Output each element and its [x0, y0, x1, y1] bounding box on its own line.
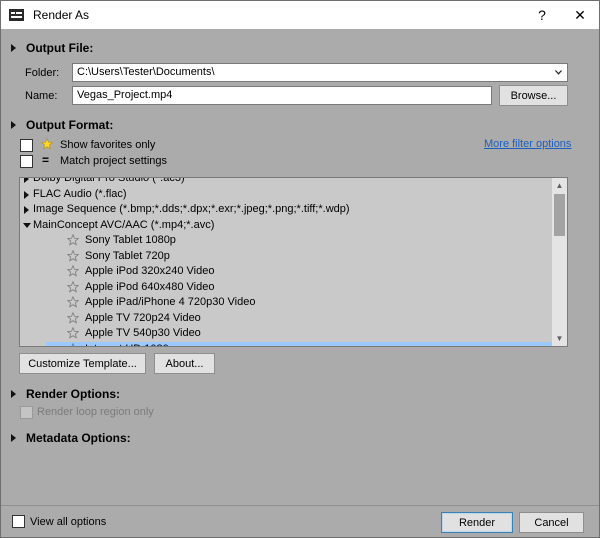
- format-group-label: Dolby Digital Pro Studio (*.ac3): [33, 177, 185, 184]
- title-bar: Render As ? ✕: [1, 1, 599, 29]
- template-label: Internet HD 1080p: [85, 342, 175, 347]
- template-item[interactable]: Sony Tablet 1080p: [20, 233, 552, 248]
- output-format-title: Output Format:: [26, 118, 114, 132]
- template-item[interactable]: Sony Tablet 720p: [20, 249, 552, 264]
- render-loop-label: Render loop region only: [37, 406, 154, 418]
- favorite-star-icon[interactable]: [67, 342, 79, 348]
- format-tree-list[interactable]: Dolby Digital Pro Studio (*.ac3) FLAC Aud…: [19, 177, 568, 347]
- dialog-footer: View all options Render Cancel: [1, 505, 599, 537]
- metadata-options-title: Metadata Options:: [26, 431, 131, 445]
- favorite-star-icon[interactable]: [67, 234, 79, 246]
- customize-template-button[interactable]: Customize Template...: [19, 353, 146, 374]
- template-item[interactable]: Internet HD 1080p: [46, 341, 552, 348]
- folder-dropdown[interactable]: C:\Users\Tester\Documents\: [72, 63, 568, 82]
- format-group-label: MainConcept AVC/AAC (*.mp4;*.avc): [33, 218, 215, 231]
- template-item[interactable]: Apple TV 540p30 Video: [20, 326, 552, 341]
- help-icon: ?: [538, 7, 546, 23]
- scroll-thumb[interactable]: [554, 194, 565, 236]
- folder-label: Folder:: [25, 67, 60, 79]
- close-button[interactable]: ✕: [563, 1, 597, 29]
- view-all-options-checkbox[interactable]: [12, 515, 25, 528]
- favorite-star-icon: [41, 138, 53, 150]
- collapse-arrow-icon[interactable]: [23, 222, 31, 228]
- expand-arrow-icon: [11, 390, 16, 398]
- view-all-options-label: View all options: [30, 516, 107, 528]
- expand-arrow-icon: [11, 44, 16, 52]
- template-item[interactable]: Apple iPod 320x240 Video: [20, 264, 552, 279]
- format-group-label: Image Sequence (*.bmp;*.dds;*.dpx;*.exr;…: [33, 203, 350, 215]
- match-settings-label: Match project settings: [60, 155, 167, 167]
- favorite-star-icon[interactable]: [67, 311, 79, 324]
- template-item[interactable]: Apple iPad/iPhone 4 720p30 Video: [20, 295, 552, 310]
- render-as-dialog: Render As ? ✕ Output File: Folder: C:\Us…: [0, 0, 600, 538]
- expand-arrow-icon: [11, 121, 16, 129]
- expand-arrow-icon[interactable]: [24, 178, 29, 183]
- name-label: Name:: [25, 90, 58, 102]
- scroll-up-icon[interactable]: ▲: [552, 178, 567, 193]
- render-options-title: Render Options:: [26, 387, 121, 401]
- format-group-item[interactable]: Dolby Digital Pro Studio (*.ac3): [20, 177, 552, 186]
- format-group-label: FLAC Audio (*.flac): [33, 187, 127, 200]
- expand-arrow-icon[interactable]: [24, 206, 29, 214]
- expand-arrow-icon: [11, 434, 16, 442]
- render-button[interactable]: Render: [441, 512, 513, 533]
- name-value: Vegas_Project.mp4: [77, 89, 173, 101]
- show-favorites-checkbox[interactable]: [20, 139, 33, 152]
- template-item[interactable]: Apple iPod 640x480 Video: [20, 280, 552, 295]
- more-filter-options-link[interactable]: More filter options: [484, 138, 571, 150]
- format-group-item[interactable]: Image Sequence (*.bmp;*.dds;*.dpx;*.exr;…: [20, 202, 552, 217]
- favorite-star-icon[interactable]: [67, 249, 79, 262]
- render-loop-checkbox[interactable]: [20, 406, 33, 419]
- format-group-item[interactable]: FLAC Audio (*.flac): [20, 187, 552, 202]
- favorite-star-icon[interactable]: [67, 296, 79, 308]
- template-label: Apple iPad/iPhone 4 720p30 Video: [85, 296, 256, 308]
- template-label: Apple TV 540p30 Video: [85, 327, 201, 339]
- window-title: Render As: [33, 8, 90, 22]
- format-group-item[interactable]: MainConcept AVC/AAC (*.mp4;*.avc): [20, 218, 552, 233]
- template-label: Sony Tablet 1080p: [85, 234, 176, 246]
- favorite-star-icon[interactable]: [67, 327, 79, 339]
- output-file-header[interactable]: Output File:: [11, 41, 93, 55]
- output-file-title: Output File:: [26, 41, 94, 55]
- browse-button[interactable]: Browse...: [499, 85, 568, 106]
- render-options-header[interactable]: Render Options:: [11, 387, 120, 401]
- close-icon: ✕: [574, 6, 586, 23]
- about-button[interactable]: About...: [154, 353, 215, 374]
- help-button[interactable]: ?: [525, 1, 559, 29]
- template-item[interactable]: Apple TV 720p24 Video: [20, 311, 552, 326]
- scroll-down-icon[interactable]: ▼: [552, 331, 567, 346]
- output-format-header[interactable]: Output Format:: [11, 118, 113, 132]
- chevron-down-icon: [555, 70, 562, 75]
- template-label: Sony Tablet 720p: [85, 249, 170, 262]
- template-label: Apple iPod 640x480 Video: [85, 280, 215, 293]
- show-favorites-label: Show favorites only: [60, 139, 156, 151]
- template-label: Apple TV 720p24 Video: [85, 311, 201, 324]
- equals-icon: =: [42, 153, 50, 167]
- dialog-body: Output File: Folder: C:\Users\Tester\Doc…: [1, 29, 599, 537]
- match-settings-checkbox[interactable]: [20, 155, 33, 168]
- expand-arrow-icon[interactable]: [24, 190, 29, 199]
- name-field[interactable]: Vegas_Project.mp4: [72, 86, 492, 105]
- main-scrollbar[interactable]: [583, 29, 599, 509]
- template-label: Apple iPod 320x240 Video: [85, 265, 215, 277]
- favorite-star-icon[interactable]: [67, 265, 79, 277]
- metadata-options-header[interactable]: Metadata Options:: [11, 431, 131, 445]
- list-scrollbar[interactable]: ▲ ▼: [552, 178, 567, 346]
- folder-value: C:\Users\Tester\Documents\: [77, 66, 215, 78]
- favorite-star-icon[interactable]: [67, 280, 79, 293]
- app-icon: [9, 9, 24, 21]
- cancel-button[interactable]: Cancel: [519, 512, 584, 533]
